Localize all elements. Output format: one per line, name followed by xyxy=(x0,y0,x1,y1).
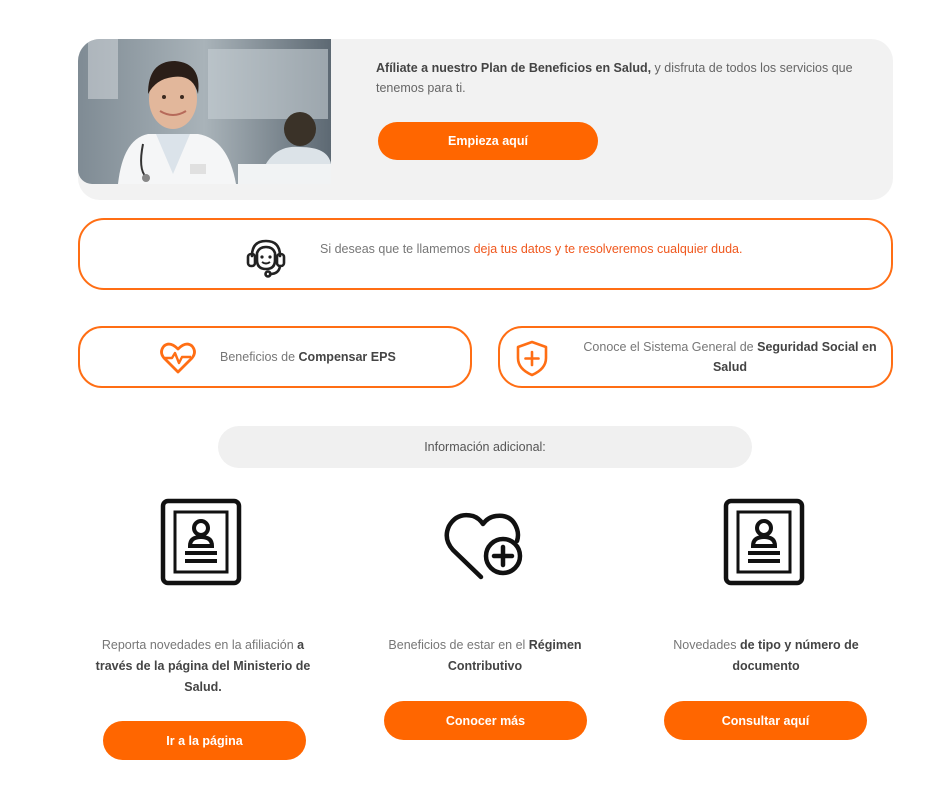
ministry-report-card: Reporta novedades en la afiliación a tra… xyxy=(83,495,323,760)
affiliation-banner: Afíliate a nuestro Plan de Beneficios en… xyxy=(78,39,893,200)
system-text: Conoce el Sistema General de Seguridad S… xyxy=(570,337,890,377)
hero-bold-text: Afíliate a nuestro Plan de Beneficios en… xyxy=(376,61,652,75)
hero-description: Afíliate a nuestro Plan de Beneficios en… xyxy=(376,58,866,98)
check-here-button[interactable]: Consultar aquí xyxy=(664,701,867,740)
card-text-bold: de tipo y número de documento xyxy=(732,638,859,673)
callback-message: Si deseas que te llamemos deja tus datos… xyxy=(320,242,742,256)
compensar-benefits-link[interactable]: Beneficios de Compensar EPS xyxy=(78,326,472,388)
benefits-prefix: Beneficios de xyxy=(220,350,299,364)
card-description: Novedades de tipo y número de documento xyxy=(646,635,886,677)
document-update-card: Novedades de tipo y número de documento … xyxy=(646,495,886,740)
card-text-plain: Beneficios de estar en el xyxy=(388,638,529,652)
benefits-text: Beneficios de Compensar EPS xyxy=(220,347,396,367)
benefits-bold: Compensar EPS xyxy=(298,350,396,364)
system-prefix: Conoce el Sistema General de xyxy=(583,340,758,354)
contributory-regime-card: Beneficios de estar en el Régimen Contri… xyxy=(365,495,605,740)
card-description: Beneficios de estar en el Régimen Contri… xyxy=(365,635,605,677)
start-here-button[interactable]: Empieza aquí xyxy=(378,122,598,160)
headset-icon xyxy=(246,239,286,278)
callback-prefix: Si deseas que te llamemos xyxy=(320,242,474,256)
heart-plus-icon xyxy=(444,512,523,580)
additional-info-heading: Información adicional: xyxy=(218,426,752,468)
shield-plus-icon xyxy=(516,340,548,377)
callback-link-text[interactable]: deja tus datos y te resolveremos cualqui… xyxy=(474,242,743,256)
heart-pulse-icon xyxy=(160,342,196,374)
doctor-photo xyxy=(78,39,331,184)
social-security-system-link[interactable]: Conoce el Sistema General de Seguridad S… xyxy=(498,326,893,388)
card-text-plain: Novedades xyxy=(673,638,740,652)
id-card-icon xyxy=(160,498,242,586)
learn-more-button[interactable]: Conocer más xyxy=(384,701,587,740)
id-card-icon xyxy=(723,498,805,586)
card-text-plain: Reporta novedades en la afiliación xyxy=(101,638,298,652)
card-description: Reporta novedades en la afiliación a tra… xyxy=(83,635,323,698)
callback-request-banner[interactable]: Si deseas que te llamemos deja tus datos… xyxy=(78,218,893,290)
go-to-page-button[interactable]: Ir a la página xyxy=(103,721,306,760)
